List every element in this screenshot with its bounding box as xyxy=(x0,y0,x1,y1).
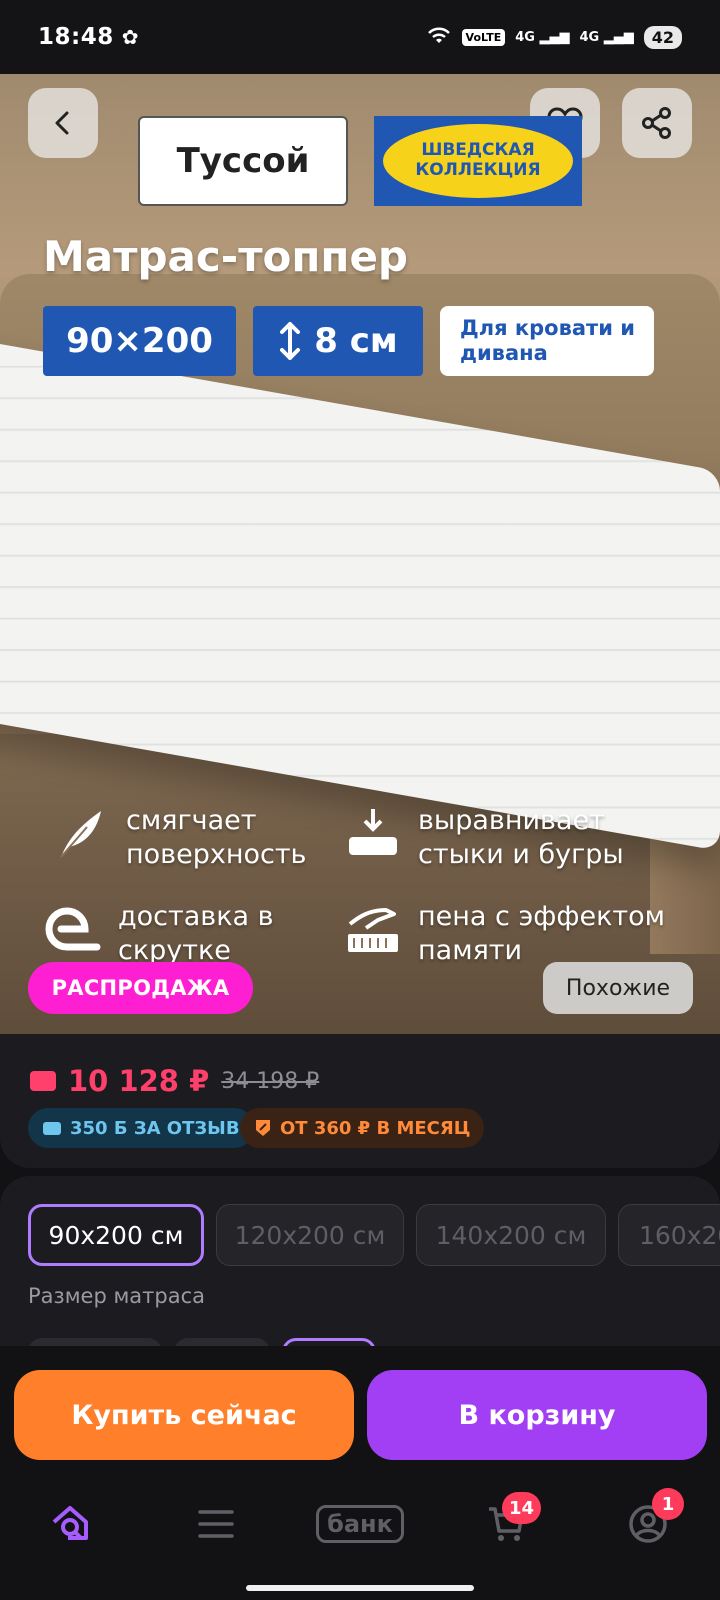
profile-badge: 1 xyxy=(652,1488,684,1520)
similar-button[interactable]: Похожие xyxy=(543,962,693,1014)
installment-chip[interactable]: ОТ 360 ₽ В МЕСЯЦ xyxy=(240,1108,485,1148)
roll-icon xyxy=(44,900,102,958)
signal-2-icon: 4G ▂▄▆ xyxy=(579,29,634,45)
nav-bank[interactable]: банк xyxy=(314,1494,406,1554)
status-time: 18:48 xyxy=(38,24,114,50)
share-button[interactable] xyxy=(622,88,692,158)
feature-text: пена с эффектом памяти xyxy=(418,901,665,966)
notification-icon: ✿ xyxy=(121,25,139,49)
percent-shield-icon xyxy=(256,1120,270,1136)
collection-label: ШВЕДСКАЯ КОЛЛЕКЦИЯ xyxy=(383,124,573,198)
signal-1-icon: 4G ▂▄▆ xyxy=(515,29,570,45)
current-price: 10 128 ₽ xyxy=(68,1064,210,1098)
feature-text: смягчает поверхность xyxy=(126,805,307,870)
installment-text: ОТ 360 ₽ В МЕСЯЦ xyxy=(280,1117,471,1139)
bottom-nav: банк 14 1 xyxy=(0,1472,720,1600)
add-to-cart-button[interactable]: В корзину xyxy=(367,1370,707,1460)
old-price: 34 198 ₽ xyxy=(221,1068,320,1094)
feature-text: выравнивает стыки и бугры xyxy=(418,805,624,870)
cart-count-badge: 14 xyxy=(502,1492,542,1524)
size-label: Размер матраса xyxy=(28,1284,206,1308)
review-bonus-chip[interactable]: 350 Б ЗА ОТЗЫВ xyxy=(28,1108,254,1148)
status-bar: 18:48 ✿ VoLTE 4G ▂▄▆ 4G ▂▄▆ 42 xyxy=(0,0,720,74)
spec-height: 8 см xyxy=(253,306,423,376)
size-option-120x200[interactable]: 120x200 см xyxy=(216,1204,404,1266)
size-option-140x200[interactable]: 140x200 см xyxy=(416,1204,606,1266)
product-image-title: Матрас-топпер xyxy=(43,232,408,281)
share-icon xyxy=(642,107,671,139)
chevron-left-icon xyxy=(55,111,69,135)
vertical-arrows-icon xyxy=(280,322,301,360)
size-option-90x200[interactable]: 90x200 см xyxy=(28,1204,204,1266)
hand-foam-icon xyxy=(344,900,402,958)
collection-logo: ШВЕДСКАЯ КОЛЛЕКЦИЯ xyxy=(374,116,582,206)
price-card: 10 128 ₽ 34 198 ₽ 350 Б ЗА ОТЗЫВ ОТ 360 … xyxy=(0,1034,720,1168)
wallet-icon xyxy=(30,1071,56,1091)
product-image[interactable] xyxy=(0,74,720,1034)
feather-icon xyxy=(52,804,110,862)
feature-level: выравнивает стыки и бугры xyxy=(344,804,648,872)
spec-size: 90×200 xyxy=(43,306,236,376)
sale-badge: РАСПРОДАЖА xyxy=(28,962,253,1014)
menu-icon xyxy=(198,1510,234,1538)
feature-roll: доставка в скрутке xyxy=(44,900,298,968)
home-search-icon xyxy=(52,1506,88,1540)
feature-memory-foam: пена с эффектом памяти xyxy=(344,900,688,968)
battery-indicator: 42 xyxy=(643,25,682,49)
feature-text: доставка в скрутке xyxy=(118,901,274,966)
nav-catalog[interactable] xyxy=(186,1494,246,1554)
spec-height-value: 8 см xyxy=(314,321,398,361)
back-button[interactable] xyxy=(28,88,98,158)
buy-now-button[interactable]: Купить сейчас xyxy=(14,1370,354,1460)
home-indicator[interactable] xyxy=(246,1585,474,1591)
volte-badge: VoLTE xyxy=(461,28,506,46)
brand-logo: Туссой xyxy=(138,116,348,206)
spec-use: Для кровати и дивана xyxy=(440,306,654,376)
price-row: 10 128 ₽ 34 198 ₽ xyxy=(30,1064,319,1098)
level-icon xyxy=(344,804,402,862)
status-icons: VoLTE 4G ▂▄▆ 4G ▂▄▆ 42 xyxy=(426,25,682,49)
action-bar: Купить сейчас В корзину xyxy=(0,1346,720,1472)
size-option-160x200[interactable]: 160x200 см xyxy=(618,1204,720,1266)
wallet-icon xyxy=(43,1122,61,1135)
nav-home[interactable] xyxy=(42,1494,102,1554)
review-bonus-text: 350 Б ЗА ОТЗЫВ xyxy=(70,1117,240,1139)
feature-soften: смягчает поверхность xyxy=(52,804,326,872)
bank-label: банк xyxy=(316,1505,404,1543)
wifi-icon xyxy=(426,25,452,49)
